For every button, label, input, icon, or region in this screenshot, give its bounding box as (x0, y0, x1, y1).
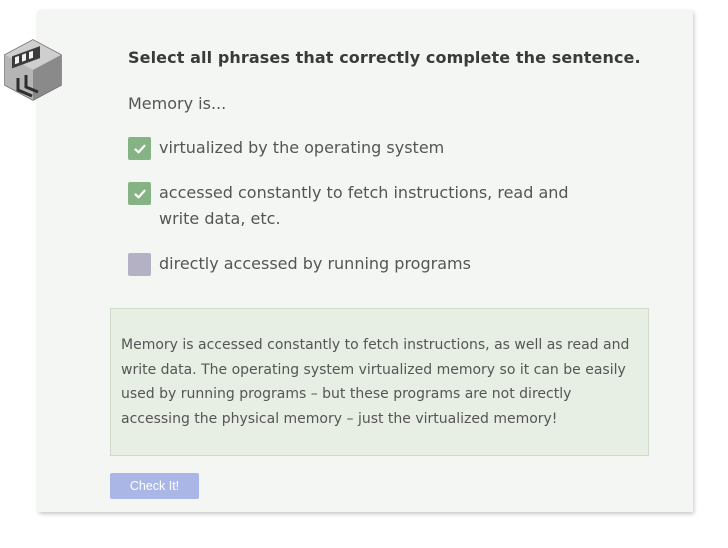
checkbox-checked[interactable] (128, 137, 151, 160)
option-label: directly accessed by running programs (159, 254, 471, 273)
check-icon (133, 144, 146, 153)
question-prompt: Select all phrases that correctly comple… (128, 48, 641, 67)
option-directly-accessed[interactable]: directly accessed by running programs (128, 253, 609, 277)
question-lead: Memory is... (128, 94, 227, 113)
option-virtualized[interactable]: virtualized by the operating system (128, 137, 609, 161)
memory-module-icon (4, 39, 62, 101)
option-label: accessed constantly to fetch instruction… (159, 183, 569, 228)
option-label: virtualized by the operating system (159, 138, 445, 157)
explanation-panel: Memory is accessed constantly to fetch i… (110, 308, 649, 456)
check-icon (133, 189, 146, 198)
check-it-button[interactable]: Check It! (110, 473, 199, 499)
option-accessed-constantly[interactable]: accessed constantly to fetch instruction… (128, 182, 609, 232)
checkbox-unchecked[interactable] (128, 253, 151, 276)
checkbox-checked[interactable] (128, 182, 151, 205)
